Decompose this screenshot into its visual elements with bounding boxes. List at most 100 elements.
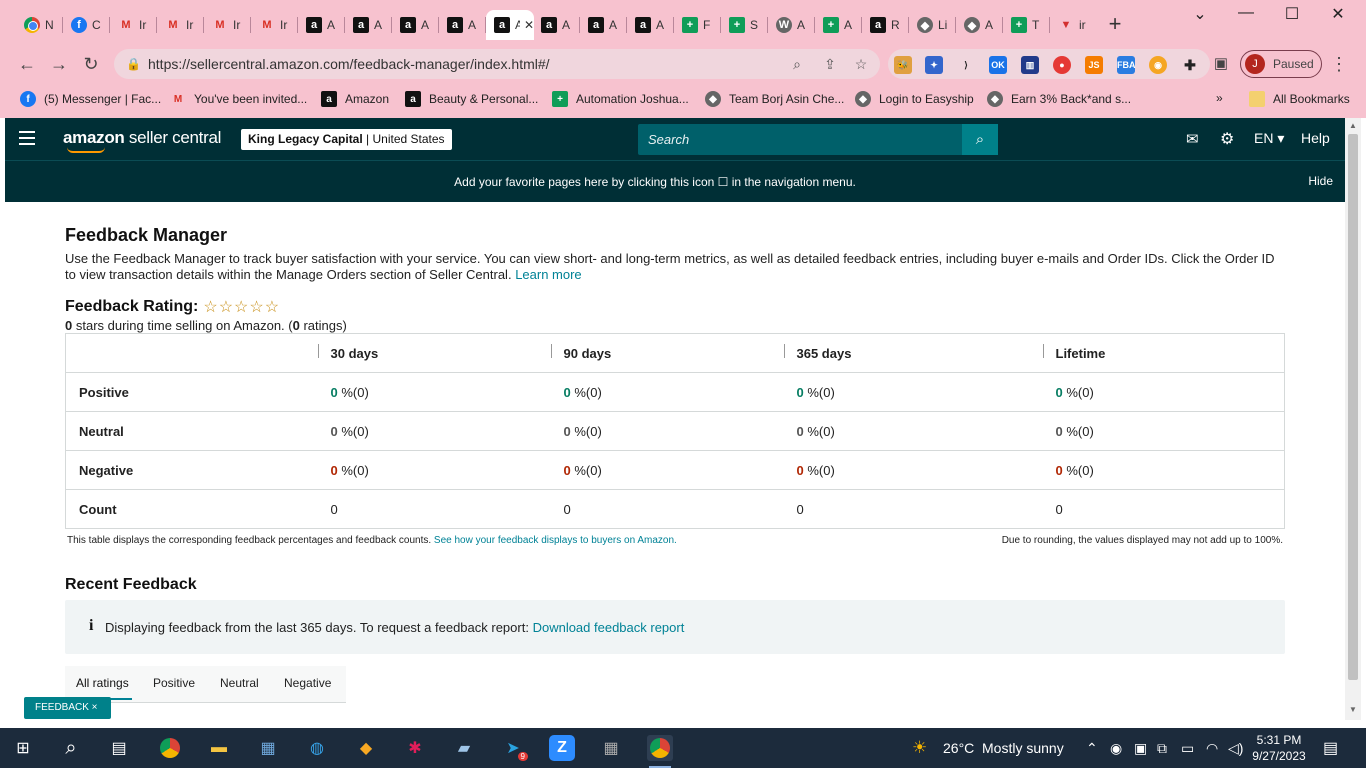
close-window-button[interactable]: ✕ bbox=[1315, 4, 1361, 26]
mail-icon[interactable]: ✉ bbox=[1186, 130, 1199, 148]
calculator-icon[interactable]: ▦ bbox=[598, 735, 624, 761]
app-icon[interactable]: ▰ bbox=[451, 735, 477, 761]
search-box[interactable]: Search ⌕ bbox=[638, 124, 998, 155]
tab-neutral[interactable]: Neutral bbox=[220, 676, 259, 690]
browser-tab[interactable]: aR bbox=[862, 10, 909, 40]
download-report-link[interactable]: Download feedback report bbox=[533, 620, 685, 635]
windows-start-icon[interactable]: ⊞ bbox=[10, 735, 36, 761]
tab-all-ratings[interactable]: All ratings bbox=[76, 676, 132, 700]
browser-tab[interactable]: ▼ ir bbox=[1050, 10, 1097, 40]
bookmark-item[interactable]: ◆ Login to Easyship bbox=[855, 91, 974, 107]
help-link[interactable]: Help bbox=[1301, 130, 1330, 146]
side-panel-icon[interactable]: ▣ bbox=[1209, 52, 1233, 76]
all-bookmarks-button[interactable]: All Bookmarks bbox=[1249, 91, 1350, 107]
extension-icon[interactable]: ⟩ bbox=[957, 56, 975, 74]
search-icon[interactable]: ⌕ bbox=[58, 735, 84, 761]
browser-tab[interactable]: fC bbox=[63, 10, 110, 40]
bookmark-item[interactable]: ◆ Team Borj Asin Che... bbox=[705, 91, 844, 107]
system-clock[interactable]: 5:31 PM 9/27/2023 bbox=[1246, 732, 1312, 764]
bookmark-item[interactable]: + Automation Joshua... bbox=[552, 91, 689, 107]
profile-button[interactable]: J Paused bbox=[1240, 50, 1322, 78]
browser-tab[interactable]: M Ir bbox=[204, 10, 251, 40]
extension-icon[interactable]: ▥ bbox=[1021, 56, 1039, 74]
file-explorer-icon[interactable]: ▬ bbox=[206, 735, 232, 761]
extension-icon[interactable]: ✦ bbox=[925, 56, 943, 74]
task-view-icon[interactable]: ▤ bbox=[106, 735, 132, 761]
hamburger-menu-icon[interactable] bbox=[19, 131, 35, 145]
weather-icon[interactable]: ☀ bbox=[912, 738, 927, 758]
browser-tab[interactable]: M Ir bbox=[251, 10, 298, 40]
bookmark-star-icon[interactable]: ☆ bbox=[851, 54, 871, 74]
address-bar[interactable]: 🔒 https://sellercentral.amazon.com/feedb… bbox=[114, 49, 880, 79]
chrome-active-icon[interactable] bbox=[647, 735, 673, 768]
extension-icon[interactable]: 🐝 bbox=[894, 56, 912, 74]
app-icon[interactable]: ▦ bbox=[255, 735, 281, 761]
weather-desc[interactable]: Mostly sunny bbox=[982, 740, 1064, 756]
menu-icon[interactable]: ⋮ bbox=[1327, 52, 1351, 76]
gear-icon[interactable]: ⚙ bbox=[1220, 129, 1234, 149]
bookmark-item[interactable]: a Beauty & Personal... bbox=[405, 91, 538, 107]
extension-icon[interactable]: ● bbox=[1053, 56, 1071, 74]
weather-temp[interactable]: 26°C bbox=[943, 740, 974, 756]
browser-tab[interactable]: aA bbox=[533, 10, 580, 40]
learn-more-link[interactable]: Learn more bbox=[515, 267, 581, 282]
browser-tab[interactable]: aA bbox=[627, 10, 674, 40]
browser-tab[interactable]: ◆ Li bbox=[909, 10, 956, 40]
chrome-taskbar-icon[interactable] bbox=[157, 735, 183, 761]
scrollbar-thumb[interactable] bbox=[1348, 134, 1358, 680]
hide-button[interactable]: Hide bbox=[1308, 174, 1333, 188]
feedback-display-link[interactable]: See how your feedback displays to buyers… bbox=[434, 535, 677, 546]
extension-js-icon[interactable]: JS bbox=[1085, 56, 1103, 74]
more-bookmarks-button[interactable]: » bbox=[1216, 91, 1223, 105]
extension-fba-icon[interactable]: FBA bbox=[1117, 56, 1136, 74]
browser-tab[interactable]: ◆ A bbox=[956, 10, 1003, 40]
bookmark-item[interactable]: ◆ Earn 3% Back*and s... bbox=[987, 91, 1131, 107]
browser-tab[interactable]: aA bbox=[392, 10, 439, 40]
reload-button[interactable]: ↻ bbox=[79, 52, 103, 76]
maximize-button[interactable]: ☐ bbox=[1269, 4, 1315, 26]
account-switcher[interactable]: King Legacy Capital | United States bbox=[241, 129, 452, 150]
bookmark-item[interactable]: M You've been invited... bbox=[170, 91, 307, 107]
zoom-icon[interactable]: ⌕ bbox=[787, 54, 807, 74]
bookmark-item[interactable]: a Amazon bbox=[321, 91, 389, 107]
meet-icon[interactable]: ⧉ bbox=[1157, 740, 1167, 757]
edge-icon[interactable]: ◍ bbox=[304, 735, 330, 761]
chevron-up-icon[interactable]: ⌃ bbox=[1086, 740, 1098, 757]
browser-tab[interactable]: M Ir bbox=[157, 10, 204, 40]
browser-tab[interactable]: aA bbox=[439, 10, 486, 40]
extension-ok-icon[interactable]: OK bbox=[989, 56, 1007, 74]
browser-tab[interactable]: M Ir bbox=[110, 10, 157, 40]
page-scrollbar[interactable]: ▲ ▼ bbox=[1345, 118, 1361, 720]
share-icon[interactable]: ⇪ bbox=[820, 54, 840, 74]
notification-icon[interactable]: ▤ bbox=[1323, 738, 1338, 758]
browser-tab[interactable]: N bbox=[16, 10, 63, 40]
search-input[interactable]: Search bbox=[648, 132, 689, 147]
browser-tab[interactable]: + T bbox=[1003, 10, 1050, 40]
window-minimize-button[interactable]: — bbox=[1223, 4, 1269, 26]
bookmark-item[interactable]: f (5) Messenger | Fac... bbox=[20, 91, 161, 107]
scroll-up-icon[interactable]: ▲ bbox=[1349, 121, 1357, 130]
extension-icon[interactable]: ◉ bbox=[1149, 56, 1167, 74]
browser-tab[interactable]: aA bbox=[298, 10, 345, 40]
wifi-icon[interactable]: ◠ bbox=[1206, 740, 1218, 757]
zoom-app-icon[interactable]: Z bbox=[549, 735, 575, 761]
browser-tab[interactable]: aA bbox=[580, 10, 627, 40]
minimize-icon[interactable]: ⌄ bbox=[1177, 4, 1223, 26]
browser-tab[interactable]: + F bbox=[674, 10, 721, 40]
tab-active[interactable]: a A ✕ bbox=[486, 10, 534, 40]
new-tab-button[interactable]: + bbox=[1103, 12, 1127, 36]
slack-icon[interactable]: ✱ bbox=[402, 735, 428, 761]
tab-positive[interactable]: Positive bbox=[153, 676, 195, 690]
browser-tab[interactable]: WA bbox=[768, 10, 815, 40]
back-button[interactable]: ← bbox=[15, 52, 39, 76]
scroll-down-icon[interactable]: ▼ bbox=[1349, 705, 1357, 714]
forward-button[interactable]: → bbox=[47, 52, 71, 76]
record-icon[interactable]: ◉ bbox=[1110, 740, 1122, 757]
puzzle-icon[interactable]: ✚ bbox=[1181, 56, 1199, 74]
app-tray-icon[interactable]: ▣ bbox=[1134, 740, 1147, 757]
browser-tab[interactable]: + A bbox=[815, 10, 862, 40]
browser-tab[interactable]: aA bbox=[345, 10, 392, 40]
battery-icon[interactable]: ▭ bbox=[1181, 740, 1194, 757]
volume-icon[interactable]: ◁) bbox=[1228, 740, 1243, 757]
search-icon[interactable]: ⌕ bbox=[962, 124, 998, 155]
